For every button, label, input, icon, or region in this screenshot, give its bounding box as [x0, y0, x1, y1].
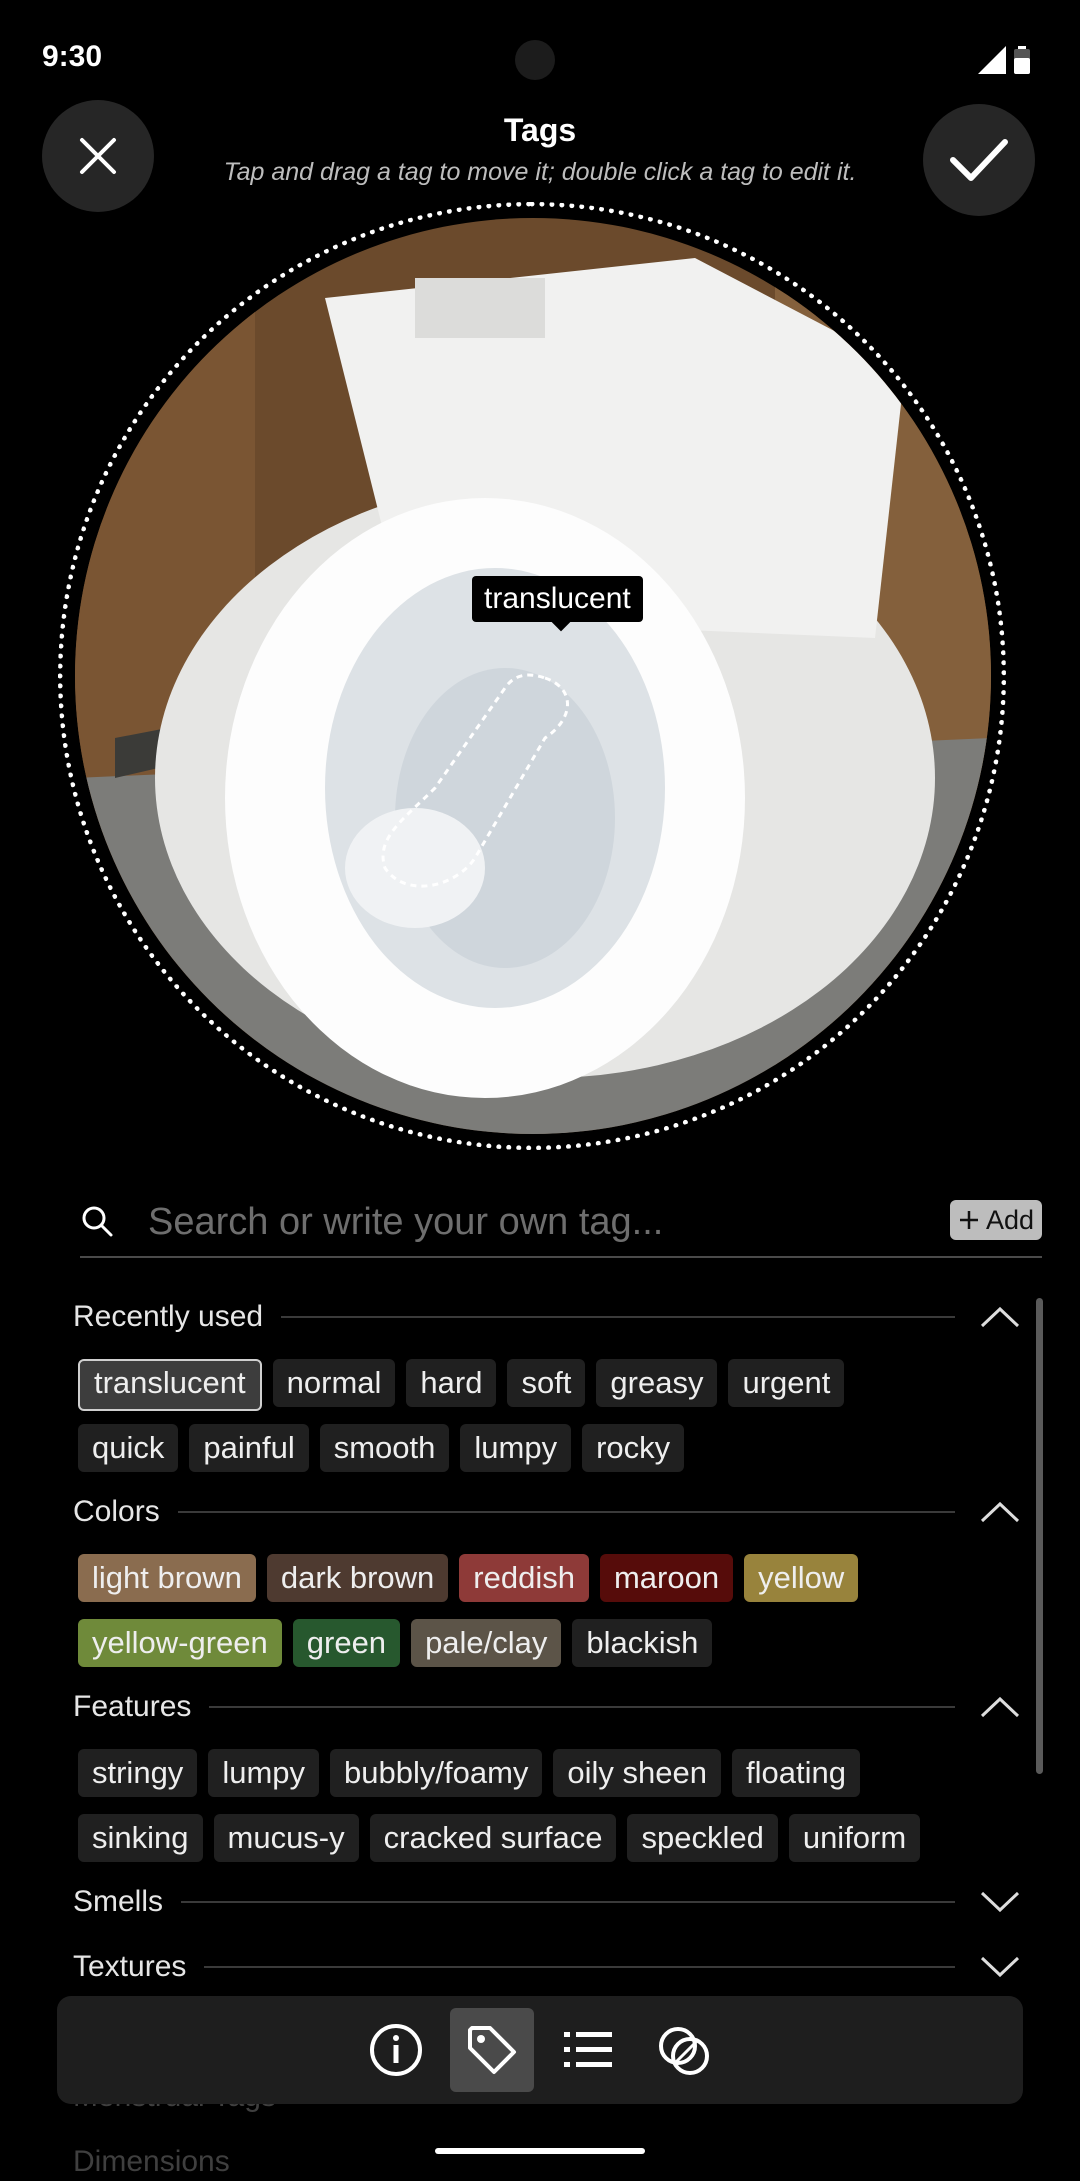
tag-chip[interactable]: floating: [732, 1749, 860, 1797]
section-title: Recently used: [73, 1300, 264, 1333]
tag-chip[interactable]: maroon: [599, 1554, 734, 1602]
status-time: 9:30: [42, 40, 103, 73]
overlap-icon: [659, 2027, 709, 2075]
chevron-down-icon[interactable]: [979, 1955, 1021, 1979]
tag-search-bar: Add: [80, 1190, 1042, 1258]
section-smells[interactable]: Smells: [73, 1877, 1021, 1927]
tag-chip[interactable]: rocky: [582, 1424, 685, 1472]
tags-button[interactable]: [450, 2008, 534, 2092]
overlap-button[interactable]: [642, 2008, 726, 2092]
tag-chip[interactable]: yellow: [744, 1554, 859, 1602]
section-title: Smells: [73, 1885, 164, 1918]
divider: [209, 1706, 955, 1708]
recent-tags-row-1: translucent normal hard soft greasy urge…: [78, 1359, 845, 1411]
section-features[interactable]: Features: [73, 1682, 1021, 1732]
stool-photo[interactable]: [75, 218, 991, 1134]
feature-tags-row-1: stringy lumpy bubbly/foamy oily sheen fl…: [78, 1749, 860, 1797]
info-icon: [370, 2024, 422, 2076]
list-icon: [564, 2032, 612, 2067]
tag-chip[interactable]: uniform: [788, 1814, 921, 1862]
section-title: Colors: [73, 1495, 160, 1528]
tag-chip[interactable]: mucus-y: [213, 1814, 359, 1862]
tag-icon: [468, 2026, 516, 2074]
chevron-down-icon[interactable]: [979, 1890, 1021, 1914]
home-indicator[interactable]: [435, 2148, 645, 2154]
section-title: Features: [73, 1690, 192, 1723]
section-colors[interactable]: Colors: [73, 1487, 1021, 1537]
tag-chip[interactable]: translucent: [78, 1359, 262, 1411]
placed-tag[interactable]: translucent: [472, 576, 643, 622]
color-tags-row-2: yellow-green green pale/clay blackish: [78, 1619, 713, 1667]
divider: [204, 1966, 955, 1968]
chevron-up-icon[interactable]: [979, 1500, 1021, 1524]
tag-chip[interactable]: lumpy: [208, 1749, 320, 1797]
tag-chip[interactable]: oily sheen: [553, 1749, 721, 1797]
tag-chip[interactable]: sinking: [78, 1814, 203, 1862]
tag-chip[interactable]: urgent: [728, 1359, 845, 1407]
tag-chip[interactable]: normal: [272, 1359, 396, 1407]
feature-tags-row-2: sinking mucus-y cracked surface speckled…: [78, 1814, 921, 1862]
add-tag-button[interactable]: Add: [949, 1200, 1042, 1240]
tag-chip[interactable]: light brown: [78, 1554, 256, 1602]
tag-chip[interactable]: quick: [78, 1424, 179, 1472]
toilet-image: [75, 218, 991, 1134]
tag-chip[interactable]: speckled: [627, 1814, 778, 1862]
page-subtitle: Tap and drag a tag to move it; double cl…: [223, 158, 857, 186]
add-tag-label: Add: [985, 1204, 1034, 1235]
section-title: Textures: [73, 1950, 187, 1983]
page-title: Tags: [503, 112, 577, 148]
tag-chip[interactable]: bubbly/foamy: [330, 1749, 543, 1797]
front-camera: [515, 40, 555, 80]
section-dimensions[interactable]: Dimensions: [73, 2145, 230, 2179]
color-tags-row-1: light brown dark brown reddish maroon ye…: [78, 1554, 859, 1602]
tag-chip[interactable]: smooth: [319, 1424, 450, 1472]
divider: [177, 1511, 955, 1513]
tag-search-input[interactable]: [146, 1198, 950, 1246]
section-textures[interactable]: Textures: [73, 1942, 1021, 1992]
tag-chip[interactable]: painful: [189, 1424, 309, 1472]
tag-chip[interactable]: greasy: [596, 1359, 718, 1407]
status-icons: [978, 46, 1030, 74]
chevron-up-icon[interactable]: [979, 1305, 1021, 1329]
recent-tags-row-2: quick painful smooth lumpy rocky: [78, 1424, 685, 1472]
signal-icon: [978, 46, 1006, 74]
bottom-toolbar: [57, 1996, 1023, 2104]
battery-icon: [1014, 46, 1030, 74]
chevron-up-icon[interactable]: [979, 1695, 1021, 1719]
tag-chip[interactable]: hard: [406, 1359, 497, 1407]
tag-chip[interactable]: reddish: [459, 1554, 589, 1602]
section-recently-used[interactable]: Recently used: [73, 1292, 1021, 1342]
info-button[interactable]: [354, 2008, 438, 2092]
list-button[interactable]: [546, 2008, 630, 2092]
divider: [181, 1901, 955, 1903]
tag-chip[interactable]: dark brown: [266, 1554, 449, 1602]
tag-chip[interactable]: blackish: [572, 1619, 713, 1667]
tag-chip[interactable]: soft: [507, 1359, 586, 1407]
divider: [281, 1316, 955, 1318]
tag-chip[interactable]: pale/clay: [411, 1619, 562, 1667]
plus-icon: [959, 1211, 978, 1229]
tag-chip[interactable]: green: [292, 1619, 401, 1667]
tag-chip[interactable]: cracked surface: [369, 1814, 617, 1862]
search-icon: [82, 1206, 113, 1237]
scrollbar[interactable]: [1036, 1298, 1043, 1774]
tag-chip[interactable]: lumpy: [460, 1424, 572, 1472]
tag-chip[interactable]: stringy: [78, 1749, 198, 1797]
confirm-button[interactable]: [923, 104, 1035, 216]
tag-chip[interactable]: yellow-green: [78, 1619, 282, 1667]
check-icon: [950, 139, 1008, 181]
